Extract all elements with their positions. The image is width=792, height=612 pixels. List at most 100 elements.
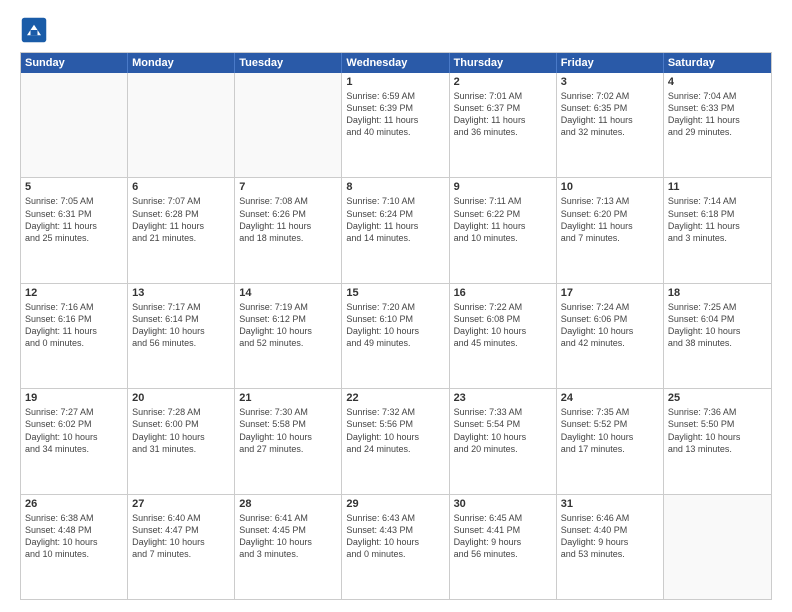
calendar-header: SundayMondayTuesdayWednesdayThursdayFrid… [21,53,771,73]
day-number: 29 [346,498,444,510]
day-info: Sunrise: 6:46 AM Sunset: 4:40 PM Dayligh… [561,512,659,561]
empty-cell-r0c1 [128,73,235,177]
day-number: 1 [346,76,444,88]
day-cell-27: 27 Sunrise: 6:40 AM Sunset: 4:47 PM Dayli… [128,495,235,599]
day-info: Sunrise: 7:13 AM Sunset: 6:20 PM Dayligh… [561,195,659,244]
day-cell-26: 26 Sunrise: 6:38 AM Sunset: 4:48 PM Dayli… [21,495,128,599]
day-info: Sunrise: 7:16 AM Sunset: 6:16 PM Dayligh… [25,301,123,350]
day-number: 7 [239,181,337,193]
day-info: Sunrise: 7:30 AM Sunset: 5:58 PM Dayligh… [239,406,337,455]
weekday-header-monday: Monday [128,53,235,73]
day-cell-24: 24Sunrise: 7:35 AM Sunset: 5:52 PM Dayli… [557,389,664,493]
day-cell-7: 7 Sunrise: 7:08 AM Sunset: 6:26 PM Daylig… [235,178,342,282]
day-number: 18 [668,287,767,299]
day-cell-25: 25 Sunrise: 7:36 AM Sunset: 5:50 PM Dayli… [664,389,771,493]
day-number: 13 [132,287,230,299]
day-cell-19: 19 Sunrise: 7:27 AM Sunset: 6:02 PM Dayli… [21,389,128,493]
day-cell-13: 13 Sunrise: 7:17 AM Sunset: 6:14 PM Dayli… [128,284,235,388]
day-number: 5 [25,181,123,193]
day-cell-4: 4 Sunrise: 7:04 AM Sunset: 6:33 PM Daylig… [664,73,771,177]
day-info: Sunrise: 7:36 AM Sunset: 5:50 PM Dayligh… [668,406,767,455]
day-number: 30 [454,498,552,510]
day-number: 22 [346,392,444,404]
day-number: 9 [454,181,552,193]
day-cell-18: 18 Sunrise: 7:25 AM Sunset: 6:04 PM Dayli… [664,284,771,388]
day-info: Sunrise: 7:17 AM Sunset: 6:14 PM Dayligh… [132,301,230,350]
day-info: Sunrise: 7:05 AM Sunset: 6:31 PM Dayligh… [25,195,123,244]
day-cell-31: 31 Sunrise: 6:46 AM Sunset: 4:40 PM Dayli… [557,495,664,599]
day-info: Sunrise: 7:22 AM Sunset: 6:08 PM Dayligh… [454,301,552,350]
weekday-header-thursday: Thursday [450,53,557,73]
day-number: 12 [25,287,123,299]
day-cell-5: 5 Sunrise: 7:05 AM Sunset: 6:31 PM Daylig… [21,178,128,282]
day-number: 19 [25,392,123,404]
day-cell-16: 16 Sunrise: 7:22 AM Sunset: 6:08 PM Dayli… [450,284,557,388]
day-cell-28: 28 Sunrise: 6:41 AM Sunset: 4:45 PM Dayli… [235,495,342,599]
day-number: 31 [561,498,659,510]
day-info: Sunrise: 7:32 AM Sunset: 5:56 PM Dayligh… [346,406,444,455]
header [20,16,772,44]
day-number: 26 [25,498,123,510]
weekday-header-friday: Friday [557,53,664,73]
day-cell-30: 30 Sunrise: 6:45 AM Sunset: 4:41 PM Dayli… [450,495,557,599]
day-info: Sunrise: 6:43 AM Sunset: 4:43 PM Dayligh… [346,512,444,561]
page: SundayMondayTuesdayWednesdayThursdayFrid… [0,0,792,612]
day-info: Sunrise: 7:25 AM Sunset: 6:04 PM Dayligh… [668,301,767,350]
calendar-row-4: 26 Sunrise: 6:38 AM Sunset: 4:48 PM Dayli… [21,494,771,599]
calendar: SundayMondayTuesdayWednesdayThursdayFrid… [20,52,772,600]
day-cell-29: 29 Sunrise: 6:43 AM Sunset: 4:43 PM Dayli… [342,495,449,599]
day-number: 25 [668,392,767,404]
day-number: 27 [132,498,230,510]
weekday-header-sunday: Sunday [21,53,128,73]
day-info: Sunrise: 6:41 AM Sunset: 4:45 PM Dayligh… [239,512,337,561]
day-info: Sunrise: 7:04 AM Sunset: 6:33 PM Dayligh… [668,90,767,139]
day-info: Sunrise: 7:33 AM Sunset: 5:54 PM Dayligh… [454,406,552,455]
day-cell-11: 11 Sunrise: 7:14 AM Sunset: 6:18 PM Dayli… [664,178,771,282]
day-info: Sunrise: 7:20 AM Sunset: 6:10 PM Dayligh… [346,301,444,350]
day-cell-20: 20 Sunrise: 7:28 AM Sunset: 6:00 PM Dayli… [128,389,235,493]
day-cell-6: 6 Sunrise: 7:07 AM Sunset: 6:28 PM Daylig… [128,178,235,282]
day-info: Sunrise: 7:02 AM Sunset: 6:35 PM Dayligh… [561,90,659,139]
day-info: Sunrise: 7:28 AM Sunset: 6:00 PM Dayligh… [132,406,230,455]
day-number: 3 [561,76,659,88]
day-info: Sunrise: 6:45 AM Sunset: 4:41 PM Dayligh… [454,512,552,561]
day-info: Sunrise: 7:07 AM Sunset: 6:28 PM Dayligh… [132,195,230,244]
day-cell-10: 10 Sunrise: 7:13 AM Sunset: 6:20 PM Dayli… [557,178,664,282]
day-info: Sunrise: 6:38 AM Sunset: 4:48 PM Dayligh… [25,512,123,561]
day-number: 6 [132,181,230,193]
empty-cell-r0c0 [21,73,128,177]
day-info: Sunrise: 7:01 AM Sunset: 6:37 PM Dayligh… [454,90,552,139]
day-number: 10 [561,181,659,193]
day-number: 28 [239,498,337,510]
day-cell-9: 9 Sunrise: 7:11 AM Sunset: 6:22 PM Daylig… [450,178,557,282]
calendar-row-0: 1 Sunrise: 6:59 AM Sunset: 6:39 PM Daylig… [21,73,771,177]
day-info: Sunrise: 7:08 AM Sunset: 6:26 PM Dayligh… [239,195,337,244]
day-info: Sunrise: 7:14 AM Sunset: 6:18 PM Dayligh… [668,195,767,244]
day-number: 21 [239,392,337,404]
logo [20,16,52,44]
day-cell-2: 2Sunrise: 7:01 AM Sunset: 6:37 PM Daylig… [450,73,557,177]
day-cell-22: 22 Sunrise: 7:32 AM Sunset: 5:56 PM Dayli… [342,389,449,493]
day-cell-12: 12 Sunrise: 7:16 AM Sunset: 6:16 PM Dayli… [21,284,128,388]
day-info: Sunrise: 7:24 AM Sunset: 6:06 PM Dayligh… [561,301,659,350]
day-number: 16 [454,287,552,299]
day-info: Sunrise: 6:59 AM Sunset: 6:39 PM Dayligh… [346,90,444,139]
day-cell-3: 3 Sunrise: 7:02 AM Sunset: 6:35 PM Daylig… [557,73,664,177]
day-number: 11 [668,181,767,193]
day-info: Sunrise: 7:19 AM Sunset: 6:12 PM Dayligh… [239,301,337,350]
day-number: 8 [346,181,444,193]
calendar-row-2: 12 Sunrise: 7:16 AM Sunset: 6:16 PM Dayli… [21,283,771,388]
day-info: Sunrise: 7:27 AM Sunset: 6:02 PM Dayligh… [25,406,123,455]
day-cell-17: 17Sunrise: 7:24 AM Sunset: 6:06 PM Dayli… [557,284,664,388]
weekday-header-wednesday: Wednesday [342,53,449,73]
day-number: 24 [561,392,659,404]
day-number: 4 [668,76,767,88]
calendar-body: 1 Sunrise: 6:59 AM Sunset: 6:39 PM Daylig… [21,73,771,599]
day-number: 20 [132,392,230,404]
weekday-header-tuesday: Tuesday [235,53,342,73]
day-number: 23 [454,392,552,404]
day-info: Sunrise: 6:40 AM Sunset: 4:47 PM Dayligh… [132,512,230,561]
calendar-row-1: 5 Sunrise: 7:05 AM Sunset: 6:31 PM Daylig… [21,177,771,282]
day-cell-23: 23 Sunrise: 7:33 AM Sunset: 5:54 PM Dayli… [450,389,557,493]
day-info: Sunrise: 7:11 AM Sunset: 6:22 PM Dayligh… [454,195,552,244]
